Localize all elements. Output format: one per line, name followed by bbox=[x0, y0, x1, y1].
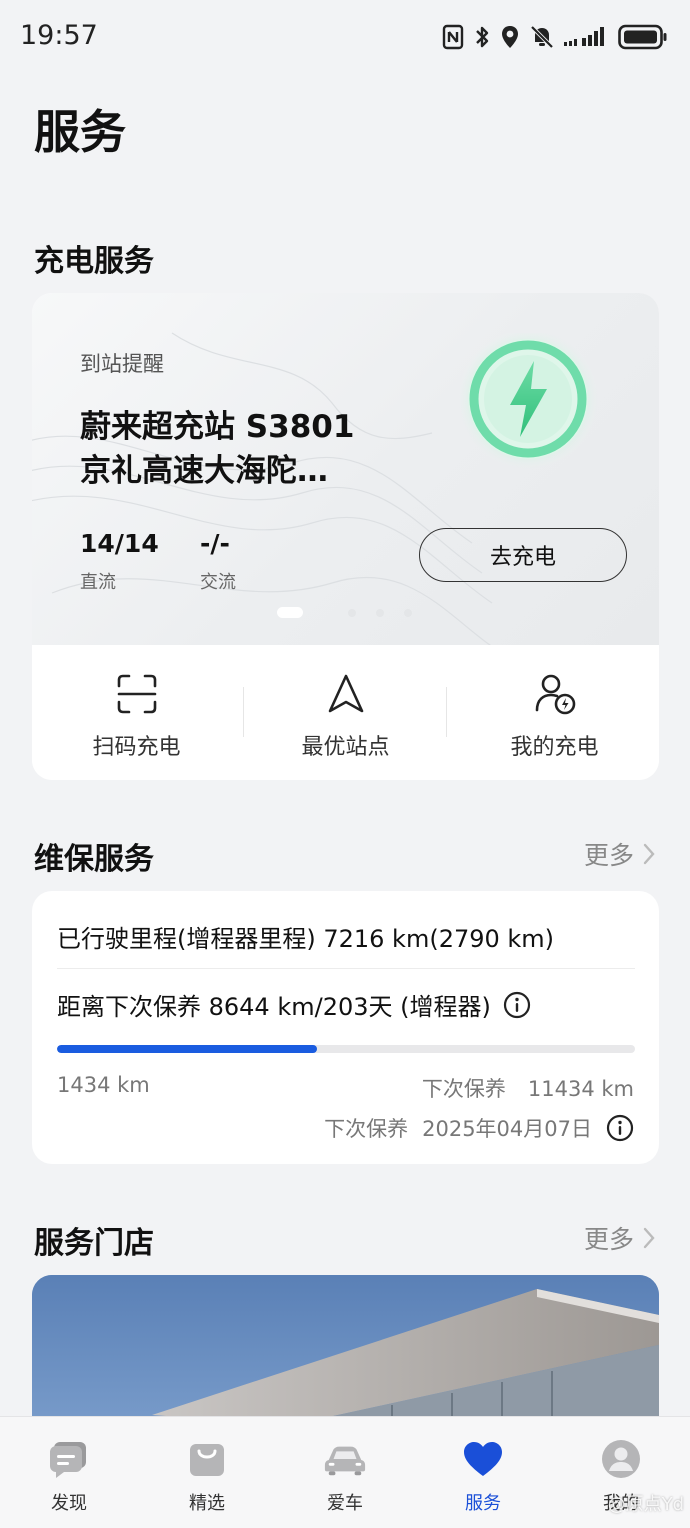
divider bbox=[446, 687, 447, 737]
scan-charge-action[interactable]: 扫码充电 bbox=[32, 645, 241, 780]
tab-service[interactable]: 服务 bbox=[414, 1417, 552, 1528]
ac-stat: -/- 交流 bbox=[200, 529, 236, 594]
carousel-dots bbox=[32, 607, 659, 619]
heart-icon bbox=[461, 1437, 505, 1481]
chat-bubble-icon bbox=[47, 1437, 91, 1481]
tab-label: 服务 bbox=[465, 1493, 501, 1514]
car-icon bbox=[323, 1437, 367, 1481]
lightning-bolt-icon bbox=[448, 329, 598, 487]
shopping-bag-icon bbox=[185, 1437, 229, 1481]
status-icons bbox=[442, 22, 668, 52]
bluetooth-icon bbox=[476, 26, 489, 48]
profile-icon bbox=[599, 1437, 643, 1481]
station-name-line2: 京礼高速大海陀… bbox=[80, 453, 328, 489]
maintenance-more-link[interactable]: 更多 bbox=[584, 836, 656, 872]
ac-label: 交流 bbox=[200, 572, 236, 593]
navigation-arrow-icon bbox=[328, 674, 363, 713]
carousel-dot[interactable] bbox=[376, 609, 384, 617]
tab-my-car[interactable]: 爱车 bbox=[276, 1417, 414, 1528]
status-time: 19:57 bbox=[20, 20, 98, 51]
location-icon bbox=[502, 26, 518, 48]
store-image-card[interactable] bbox=[32, 1275, 659, 1435]
chevron-right-icon bbox=[643, 1227, 655, 1249]
stores-section-title: 服务门店 bbox=[34, 1226, 154, 1261]
current-km-label: 1434 km bbox=[57, 1073, 150, 1097]
bottom-tab-bar: 发现 精选 爱车 服务 我的 bbox=[0, 1416, 690, 1528]
next-service-row: 距离下次保养 8644 km/203天 (增程器) bbox=[57, 987, 531, 1022]
tab-discover[interactable]: 发现 bbox=[0, 1417, 138, 1528]
dc-label: 直流 bbox=[80, 572, 116, 593]
ac-count: -/- bbox=[200, 529, 230, 558]
tab-label: 精选 bbox=[189, 1493, 225, 1514]
tab-selected[interactable]: 精选 bbox=[138, 1417, 276, 1528]
nfc-icon bbox=[442, 24, 464, 50]
more-label: 更多 bbox=[583, 841, 634, 870]
battery-icon bbox=[618, 24, 667, 50]
info-icon[interactable] bbox=[503, 991, 531, 1019]
my-charging-action[interactable]: 我的充电 bbox=[450, 645, 659, 780]
maintenance-progress-bar bbox=[57, 1045, 635, 1053]
mute-icon bbox=[530, 25, 554, 49]
next-date-value: 2025年04月07日 bbox=[422, 1117, 592, 1141]
signal-icon bbox=[564, 27, 604, 46]
next-service-text: 距离下次保养 8644 km/203天 (增程器) bbox=[57, 993, 491, 1021]
best-station-label: 最优站点 bbox=[301, 735, 390, 760]
charging-quick-actions: 扫码充电 最优站点 我的充电 bbox=[32, 645, 659, 780]
carousel-dot-active[interactable] bbox=[277, 607, 303, 618]
status-bar: 19:57 bbox=[0, 0, 690, 76]
more-label: 更多 bbox=[583, 1225, 634, 1254]
maintenance-card[interactable]: 已行驶里程(增程器里程) 7216 km(2790 km) 距离下次保养 864… bbox=[32, 891, 659, 1164]
maintenance-section-title: 维保服务 bbox=[34, 842, 154, 877]
dc-stat: 14/14 直流 bbox=[80, 529, 159, 594]
station-name-line1: 蔚来超充站 S3801 bbox=[80, 409, 355, 445]
info-icon[interactable] bbox=[606, 1114, 634, 1142]
my-charging-label: 我的充电 bbox=[510, 735, 599, 760]
watermark: @原点Yd bbox=[607, 1494, 684, 1515]
next-service-km-value: 11434 km bbox=[527, 1077, 634, 1101]
carousel-dot[interactable] bbox=[348, 609, 356, 617]
next-service-km: 下次保养 11434 km bbox=[422, 1073, 634, 1103]
stores-more-link[interactable]: 更多 bbox=[584, 1220, 656, 1256]
charging-card: 到站提醒 蔚来超充站 S3801 京礼高速大海陀… 14/14 直流 -/- 交… bbox=[32, 293, 659, 780]
station-name: 蔚来超充站 S3801 京礼高速大海陀… bbox=[80, 405, 420, 493]
go-charge-button[interactable]: 去充电 bbox=[419, 528, 627, 582]
user-charging-icon bbox=[535, 674, 575, 715]
best-station-action[interactable]: 最优站点 bbox=[241, 645, 450, 780]
carousel-dot[interactable] bbox=[404, 609, 412, 617]
next-service-date-row: 下次保养 2025年04月07日 bbox=[324, 1113, 634, 1143]
page-title: 服务 bbox=[34, 105, 126, 159]
scan-icon bbox=[117, 674, 156, 714]
store-building-image bbox=[32, 1275, 659, 1435]
dc-count: 14/14 bbox=[80, 529, 159, 558]
next-service-label: 下次保养 bbox=[421, 1077, 506, 1101]
tab-label: 爱车 bbox=[327, 1493, 363, 1514]
maintenance-progress-fill bbox=[57, 1045, 318, 1053]
tab-label: 发现 bbox=[51, 1493, 87, 1514]
charging-section-title: 充电服务 bbox=[34, 244, 154, 279]
mileage-text: 已行驶里程(增程器里程) 7216 km(2790 km) bbox=[57, 925, 555, 953]
next-date-label: 下次保养 bbox=[324, 1117, 409, 1141]
charging-station-panel[interactable]: 到站提醒 蔚来超充站 S3801 京礼高速大海陀… 14/14 直流 -/- 交… bbox=[32, 293, 659, 645]
chevron-right-icon bbox=[643, 843, 655, 865]
scan-charge-label: 扫码充电 bbox=[92, 735, 181, 760]
arrival-reminder-label: 到站提醒 bbox=[80, 352, 164, 376]
divider bbox=[57, 968, 635, 969]
